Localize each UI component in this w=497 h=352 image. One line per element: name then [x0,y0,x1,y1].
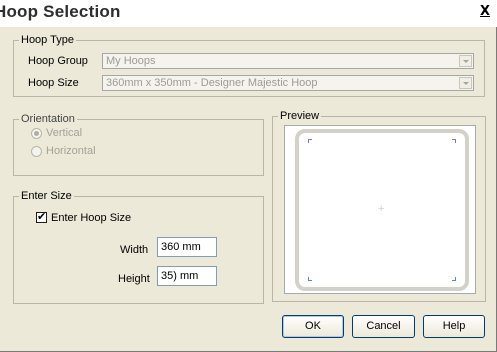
preview-canvas: + [284,125,476,294]
chevron-down-icon[interactable] [459,77,472,89]
corner-mark-top-right [452,139,456,143]
hoop-size-value: 360mm x 350mm - Designer Majestic Hoop [106,77,318,89]
ok-button[interactable]: OK [282,315,344,338]
orientation-group: Orientation Vertical Horizontal [13,113,264,176]
height-label: Height [118,273,150,285]
crosshair-icon: + [378,203,385,215]
horizontal-label[interactable]: Horizontal [46,144,96,158]
vertical-label[interactable]: Vertical [46,126,82,140]
width-input[interactable]: 360 mm [157,237,217,257]
hoop-outline: + [295,129,469,291]
help-button[interactable]: Help [423,315,485,338]
height-value: 35) mm [161,270,199,282]
corner-mark-bottom-right [452,277,456,281]
preview-legend: Preview [278,110,322,123]
enter-size-group: Enter Size ✔ Enter Hoop Size Width 360 m… [13,190,264,304]
hoop-selection-dialog: Hoop Selection X Hoop Type Hoop Group My… [0,0,497,352]
chevron-down-icon[interactable] [459,55,472,67]
cancel-button[interactable]: Cancel [352,315,415,338]
hoop-group-value: My Hoops [106,55,156,67]
close-button[interactable]: X [477,4,493,20]
enter-hoop-size-checkbox[interactable]: ✔ [36,210,47,223]
hoop-type-group: Hoop Type Hoop Group My Hoops Hoop Size … [13,34,485,97]
enter-hoop-size-label[interactable]: Enter Hoop Size [51,211,131,225]
height-input[interactable]: 35) mm [157,266,217,286]
hoop-size-label: Hoop Size [28,77,79,89]
horizontal-radio[interactable] [31,146,42,157]
title-bar: Hoop Selection X [0,0,497,27]
hoop-group-select[interactable]: My Hoops [102,53,474,69]
preview-group: Preview + [272,110,486,302]
checkmark-icon: ✔ [37,210,47,223]
width-value: 360 mm [161,241,201,253]
hoop-type-legend: Hoop Type [19,34,77,47]
dialog-title: Hoop Selection [0,2,121,21]
orientation-legend: Orientation [19,113,77,126]
corner-mark-top-left [308,139,312,143]
corner-mark-bottom-left [308,277,312,281]
hoop-size-select[interactable]: 360mm x 350mm - Designer Majestic Hoop [102,75,474,91]
width-label: Width [120,244,149,256]
enter-size-legend: Enter Size [19,190,74,203]
vertical-radio[interactable] [31,128,42,139]
hoop-group-label: Hoop Group [28,55,88,67]
